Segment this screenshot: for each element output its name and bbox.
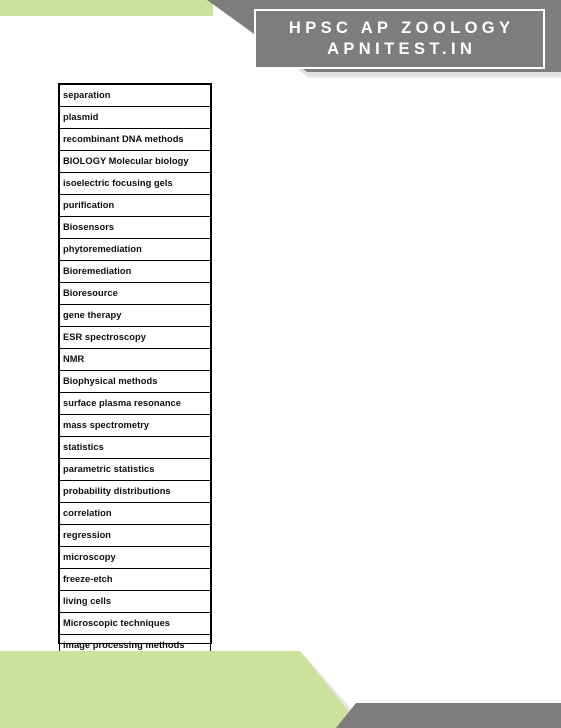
table-row: Biophysical methods bbox=[59, 370, 211, 393]
topic-cell: surface plasma resonance bbox=[59, 392, 211, 415]
table-row: mass spectrometry bbox=[59, 414, 211, 437]
table-row: parametric statistics bbox=[59, 458, 211, 481]
topics-table: separation plasmid recombinant DNA metho… bbox=[59, 84, 211, 657]
topic-cell: separation bbox=[59, 84, 211, 107]
topic-cell: Microscopic techniques bbox=[59, 612, 211, 635]
table-row: freeze-etch bbox=[59, 568, 211, 591]
table-row: NMR bbox=[59, 348, 211, 371]
table-row: recombinant DNA methods bbox=[59, 128, 211, 151]
topic-cell: recombinant DNA methods bbox=[59, 128, 211, 151]
table-row: correlation bbox=[59, 502, 211, 525]
topic-cell: ESR spectroscopy bbox=[59, 326, 211, 349]
table-row: phytoremediation bbox=[59, 238, 211, 261]
table-row: plasmid bbox=[59, 106, 211, 129]
table-row: regression bbox=[59, 524, 211, 547]
bottom-gray-band-decoration bbox=[336, 703, 561, 728]
topic-cell: Bioresource bbox=[59, 282, 211, 305]
topic-cell: living cells bbox=[59, 590, 211, 613]
topic-cell: isoelectric focusing gels bbox=[59, 172, 211, 195]
table-row: Bioresource bbox=[59, 282, 211, 305]
slide-title-primary: HPSC AP ZOOLOGY bbox=[288, 18, 515, 37]
top-green-band-decoration bbox=[0, 0, 213, 16]
topic-cell: purification bbox=[59, 194, 211, 217]
topic-cell: statistics bbox=[59, 436, 211, 459]
topic-cell: microscopy bbox=[59, 546, 211, 569]
topic-cell: phytoremediation bbox=[59, 238, 211, 261]
topic-cell: BIOLOGY Molecular biology bbox=[59, 150, 211, 173]
topic-cell: parametric statistics bbox=[59, 458, 211, 481]
topic-cell: NMR bbox=[59, 348, 211, 371]
table-row: Biosensors bbox=[59, 216, 211, 239]
table-row: microscopy bbox=[59, 546, 211, 569]
topic-cell: probability distributions bbox=[59, 480, 211, 503]
topic-cell: freeze-etch bbox=[59, 568, 211, 591]
slide-canvas: HPSC AP ZOOLOGY APNITEST.IN separation p… bbox=[0, 0, 561, 728]
topic-cell: regression bbox=[59, 524, 211, 547]
table-row: separation bbox=[59, 84, 211, 107]
topic-cell: Biophysical methods bbox=[59, 370, 211, 393]
topic-cell: correlation bbox=[59, 502, 211, 525]
topic-cell: plasmid bbox=[59, 106, 211, 129]
table-row: isoelectric focusing gels bbox=[59, 172, 211, 195]
topic-cell: gene therapy bbox=[59, 304, 211, 327]
table-row: statistics bbox=[59, 436, 211, 459]
table-row: BIOLOGY Molecular biology bbox=[59, 150, 211, 173]
table-row: living cells bbox=[59, 590, 211, 613]
table-row: probability distributions bbox=[59, 480, 211, 503]
table-row: ESR spectroscopy bbox=[59, 326, 211, 349]
table-row: purification bbox=[59, 194, 211, 217]
topic-cell: Biosensors bbox=[59, 216, 211, 239]
topics-table-body: separation plasmid recombinant DNA metho… bbox=[59, 84, 211, 657]
table-row: surface plasma resonance bbox=[59, 392, 211, 415]
slide-title-secondary: APNITEST.IN bbox=[327, 40, 477, 58]
slide-title-block: HPSC AP ZOOLOGY APNITEST.IN bbox=[254, 9, 545, 69]
topic-cell: mass spectrometry bbox=[59, 414, 211, 437]
table-row: Bioremediation bbox=[59, 260, 211, 283]
table-row: Microscopic techniques bbox=[59, 612, 211, 635]
topic-cell: Bioremediation bbox=[59, 260, 211, 283]
bottom-green-band-decoration bbox=[0, 651, 362, 728]
table-row: gene therapy bbox=[59, 304, 211, 327]
